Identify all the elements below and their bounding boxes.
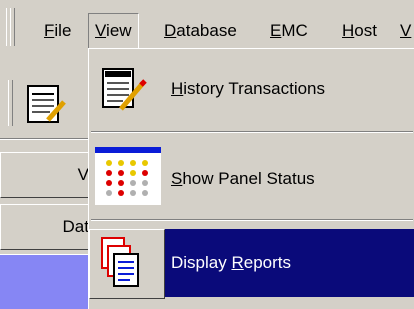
menu-item-history-transactions[interactable]: History Transactions: [89, 55, 414, 123]
menu-separator-2: [91, 219, 413, 221]
menu-view[interactable]: View: [88, 13, 139, 49]
menu-file[interactable]: File: [38, 14, 77, 48]
menu-item-show-panel-status[interactable]: Show Panel Status: [89, 145, 414, 213]
menu-item-display-reports[interactable]: Display Reports: [89, 229, 414, 299]
side-button-data[interactable]: Dat: [0, 204, 94, 250]
menubar-grip-2: [10, 8, 15, 46]
toolbar-grip[interactable]: [8, 80, 13, 126]
toolbar-separator: [0, 138, 94, 140]
menu-item-panel-status-label: Show Panel Status: [171, 169, 315, 188]
history-icon: [93, 59, 159, 119]
menu-clipped[interactable]: V: [394, 14, 414, 48]
menu-separator: [91, 131, 413, 133]
menu-database[interactable]: Database: [158, 14, 243, 48]
view-menu-dropdown: History Transactions Show Panel Status D…: [88, 48, 414, 309]
side-button-view-label: V: [77, 165, 89, 184]
menu-emc[interactable]: EMC: [264, 14, 314, 48]
toolbar-history-button[interactable]: [18, 70, 88, 132]
reports-icon: [89, 229, 165, 299]
menu-item-reports-label: Display Reports: [171, 253, 291, 272]
purple-panel: [0, 254, 94, 309]
notepad-icon: [27, 85, 66, 123]
panel-status-icon: [95, 147, 161, 207]
menu-item-history-label: History Transactions: [171, 79, 326, 98]
side-button-data-label: Dat: [62, 217, 89, 236]
side-button-view[interactable]: V: [0, 152, 94, 198]
menu-host[interactable]: Host: [336, 14, 383, 48]
